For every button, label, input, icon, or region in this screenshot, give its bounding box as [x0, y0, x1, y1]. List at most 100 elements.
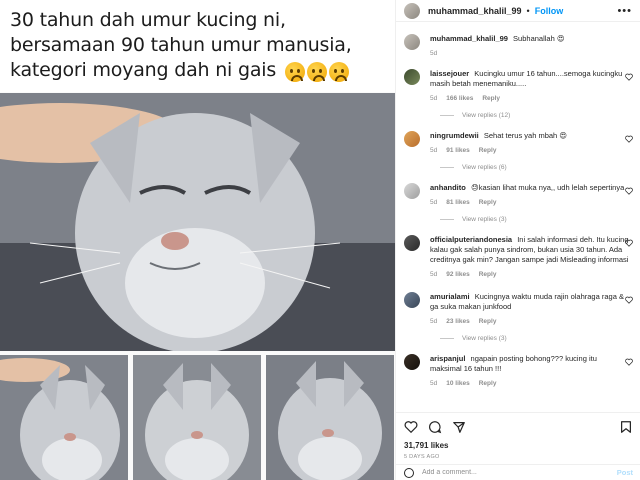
comment-age: 5d	[430, 147, 438, 154]
post-sidebar: muhammad_khalil_99 • Follow ••• muhammad…	[395, 0, 640, 480]
follow-button[interactable]: Follow	[535, 6, 564, 16]
view-replies-link[interactable]: View replies (12)	[440, 112, 633, 119]
comment-likes[interactable]: 23 likes	[446, 318, 470, 325]
comments-list[interactable]: muhammad_khalil_99 Subhanallah 😍 5d lais…	[396, 22, 640, 412]
reply-button[interactable]: Reply	[479, 147, 497, 154]
comment-likes[interactable]: 91 likes	[446, 147, 470, 154]
comment-username[interactable]: laissejouer	[430, 69, 469, 78]
heart-icon[interactable]	[625, 73, 633, 81]
comment-likes[interactable]: 92 likes	[446, 271, 470, 278]
avatar[interactable]	[404, 2, 420, 19]
comment-body: amurialami Kucingnya waktu muda rajin ol…	[430, 292, 630, 325]
comment-item: amurialami Kucingnya waktu muda rajin ol…	[404, 292, 633, 325]
post-button[interactable]: Post	[617, 468, 633, 477]
comment-body: arispanjul ngapain posting bohong??? kuc…	[430, 354, 630, 387]
comment-text: ningrumdewii Sehat terus yah mbah 😍	[430, 131, 630, 141]
comment-item: officialputeriandonesia Ini salah inform…	[404, 235, 633, 278]
comment-text: amurialami Kucingnya waktu muda rajin ol…	[430, 292, 630, 312]
view-replies-link[interactable]: View replies (3)	[440, 335, 633, 342]
avatar[interactable]	[404, 34, 420, 50]
heart-icon[interactable]	[625, 135, 633, 143]
post-media: 30 tahun dah umur kucing ni, bersamaan 9…	[0, 0, 395, 480]
comment-age: 5d	[430, 199, 438, 206]
comment-meta: 5d 23 likes Reply	[430, 318, 630, 325]
cat-face-illustration	[0, 93, 395, 351]
comment-meta: 5d 91 likes Reply	[430, 147, 630, 154]
header-username[interactable]: muhammad_khalil_99	[428, 6, 522, 16]
reply-button[interactable]: Reply	[482, 95, 500, 102]
reply-button[interactable]: Reply	[479, 318, 497, 325]
comment-meta: 5d 166 likes Reply	[430, 95, 630, 102]
post-header: muhammad_khalil_99 • Follow •••	[396, 0, 640, 22]
image-caption: 30 tahun dah umur kucing ni, bersamaan 9…	[0, 0, 395, 92]
sad-face-icon	[284, 61, 305, 82]
comment-text: anhandito 😓kasian lihat muka nya,, udh l…	[430, 183, 630, 193]
heart-icon[interactable]	[404, 420, 418, 434]
comment-text: muhammad_khalil_99 Subhanallah 😍	[430, 34, 630, 44]
more-options-button[interactable]: •••	[617, 5, 632, 17]
comment-age: 5d	[430, 318, 438, 325]
cat-photo-thumb-3	[266, 355, 394, 480]
bookmark-icon[interactable]	[619, 420, 633, 434]
header-separator: •	[526, 5, 530, 16]
comment-likes[interactable]: 10 likes	[446, 380, 470, 387]
cat-photo-thumb-2	[133, 355, 261, 480]
heart-icon[interactable]	[625, 358, 633, 366]
comment-username[interactable]: muhammad_khalil_99	[430, 34, 508, 43]
reply-button[interactable]: Reply	[479, 199, 497, 206]
avatar[interactable]	[404, 183, 420, 199]
owner-comment: muhammad_khalil_99 Subhanallah 😍 5d	[404, 34, 633, 57]
comment-text: officialputeriandonesia Ini salah inform…	[430, 235, 630, 265]
comment-body: ningrumdewii Sehat terus yah mbah 😍 5d 9…	[430, 131, 630, 154]
comment-text: arispanjul ngapain posting bohong??? kuc…	[430, 354, 630, 374]
comment-likes[interactable]: 166 likes	[446, 95, 473, 102]
comment-body: anhandito 😓kasian lihat muka nya,, udh l…	[430, 183, 630, 206]
heart-icon[interactable]	[625, 239, 633, 247]
share-icon[interactable]	[452, 420, 466, 434]
add-comment-bar: Post	[396, 464, 640, 480]
comment-content: Subhanallah 😍	[513, 34, 565, 43]
sad-face-icon	[306, 61, 327, 82]
comment-meta: 5d 92 likes Reply	[430, 271, 630, 278]
comment-meta: 5d	[430, 50, 630, 57]
comment-text: laissejouer Kucingku umur 16 tahun....se…	[430, 69, 630, 89]
reply-button[interactable]: Reply	[479, 380, 497, 387]
cat-photo-thumb-1	[0, 355, 128, 480]
comment-username[interactable]: arispanjul	[430, 354, 465, 363]
likes-count[interactable]: 31,791 likes	[404, 441, 633, 450]
avatar[interactable]	[404, 131, 420, 147]
comment-age: 5d	[430, 95, 438, 102]
reply-button[interactable]: Reply	[479, 271, 497, 278]
comment-body: officialputeriandonesia Ini salah inform…	[430, 235, 630, 278]
heart-icon[interactable]	[625, 296, 633, 304]
comment-item: arispanjul ngapain posting bohong??? kuc…	[404, 354, 633, 387]
avatar[interactable]	[404, 235, 420, 251]
avatar[interactable]	[404, 292, 420, 308]
comment-item: laissejouer Kucingku umur 16 tahun....se…	[404, 69, 633, 102]
avatar[interactable]	[404, 69, 420, 85]
view-replies-link[interactable]: View replies (3)	[440, 216, 633, 223]
cat-thumb-illustration	[266, 355, 394, 480]
comment-age: 5d	[430, 380, 438, 387]
comment-username[interactable]: officialputeriandonesia	[430, 235, 512, 244]
comment-icon[interactable]	[428, 420, 442, 434]
comment-content: 😓kasian lihat muka nya,, udh lelah seper…	[470, 183, 625, 192]
comment-item: ningrumdewii Sehat terus yah mbah 😍 5d 9…	[404, 131, 633, 154]
comment-username[interactable]: ningrumdewii	[430, 131, 479, 140]
heart-icon[interactable]	[625, 187, 633, 195]
action-icons	[404, 417, 633, 437]
comment-username[interactable]: amurialami	[430, 292, 470, 301]
emoji-icon[interactable]	[404, 467, 414, 478]
comment-item: anhandito 😓kasian lihat muka nya,, udh l…	[404, 183, 633, 206]
add-comment-input[interactable]	[422, 469, 617, 476]
cat-thumb-illustration	[133, 355, 261, 480]
avatar[interactable]	[404, 354, 420, 370]
comment-likes[interactable]: 81 likes	[446, 199, 470, 206]
caption-emojis	[284, 61, 349, 82]
comment-body: laissejouer Kucingku umur 16 tahun....se…	[430, 69, 630, 102]
comment-body: muhammad_khalil_99 Subhanallah 😍 5d	[430, 34, 630, 57]
comment-username[interactable]: anhandito	[430, 183, 466, 192]
cat-photo-main	[0, 93, 395, 351]
view-replies-link[interactable]: View replies (6)	[440, 164, 633, 171]
sad-face-icon	[328, 61, 349, 82]
